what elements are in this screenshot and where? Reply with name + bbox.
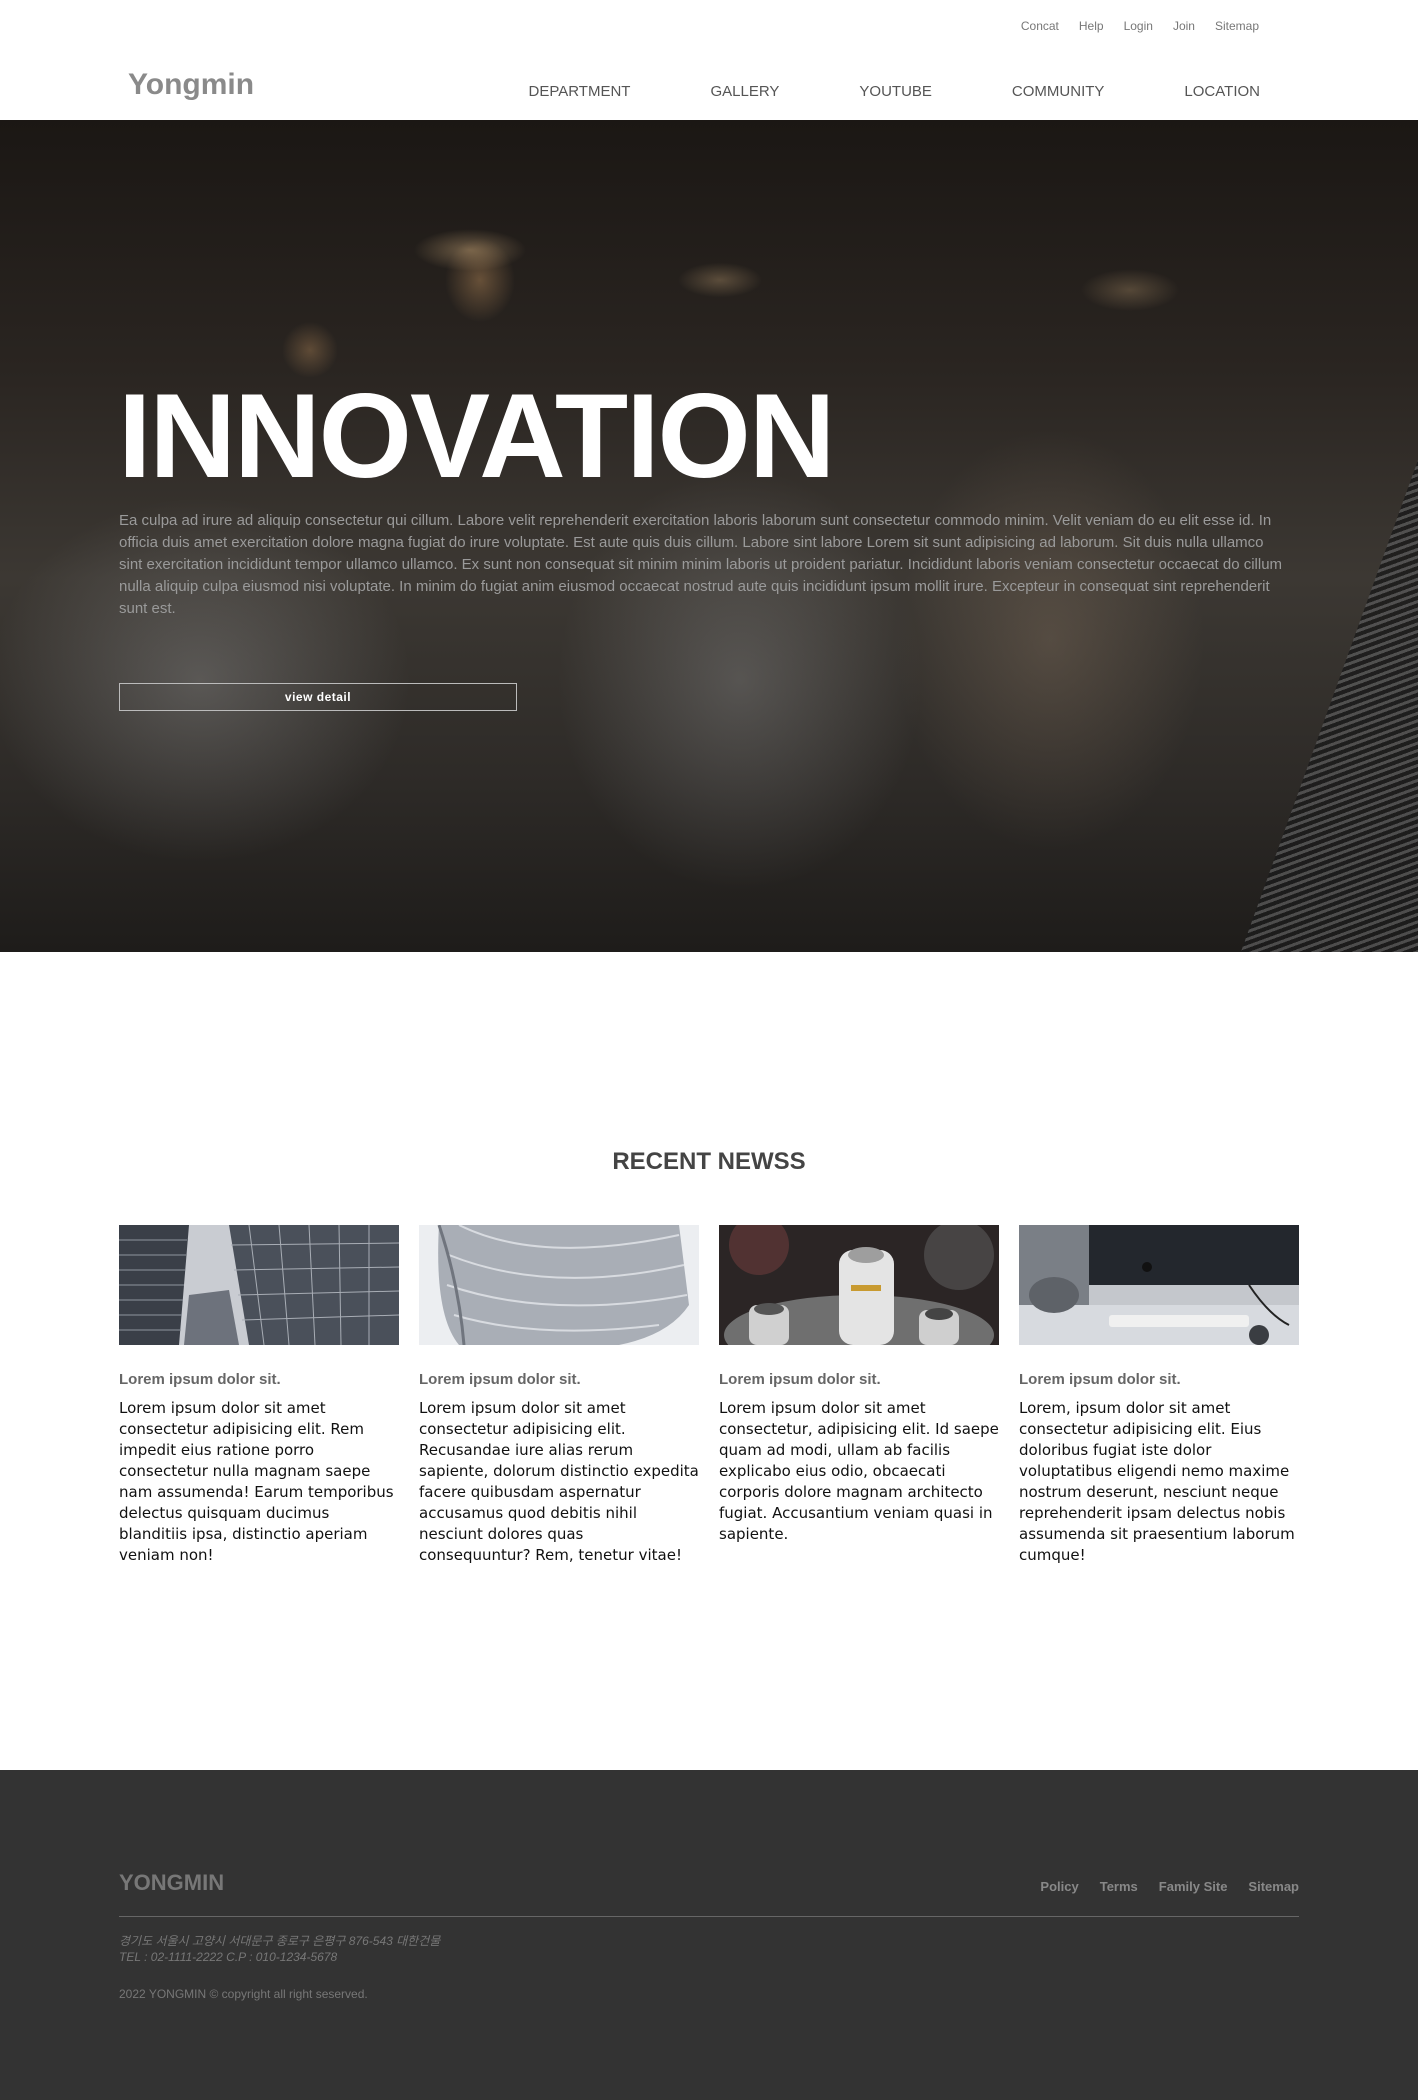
footer-address: 경기도 서울시 고양시 서대문구 종로구 은평구 876-543 대한건물 — [119, 1934, 441, 1948]
nav-item-gallery[interactable]: GALLERY — [710, 83, 779, 100]
footer-divider — [119, 1916, 1299, 1917]
metal-architecture-image[interactable] — [419, 1225, 699, 1345]
footer-link-policy[interactable]: Policy — [1040, 1879, 1078, 1894]
util-link-help[interactable]: Help — [1079, 19, 1104, 33]
desk-computer-image[interactable] — [1019, 1225, 1299, 1345]
news-card-title[interactable]: Lorem ipsum dolor sit. — [119, 1371, 399, 1388]
recent-news-section: RECENT NEWSS Lorem ipsum dolor sit. Lore… — [0, 952, 1418, 1770]
news-card-title[interactable]: Lorem ipsum dolor sit. — [419, 1371, 699, 1388]
news-card-text: Lorem ipsum dolor sit amet consectetur a… — [419, 1399, 699, 1564]
news-card[interactable]: Lorem ipsum dolor sit. Lorem ipsum dolor… — [119, 1225, 399, 1566]
util-link-login[interactable]: Login — [1124, 19, 1153, 33]
footer-link-family-site[interactable]: Family Site — [1159, 1879, 1228, 1894]
footer-logo[interactable]: YONGMIN — [119, 1870, 224, 1896]
site-footer: YONGMIN Policy Terms Family Site Sitemap… — [0, 1770, 1418, 2100]
section-title: RECENT NEWSS — [612, 1148, 806, 1175]
nav-item-youtube[interactable]: YOUTUBE — [859, 83, 932, 100]
util-link-concat[interactable]: Concat — [1021, 19, 1059, 33]
nav-item-department[interactable]: DEPARTMENT — [529, 83, 631, 100]
news-card-title[interactable]: Lorem ipsum dolor sit. — [1019, 1371, 1299, 1388]
news-card[interactable]: Lorem ipsum dolor sit. Lorem ipsum dolor… — [719, 1225, 999, 1566]
footer-links: Policy Terms Family Site Sitemap — [1040, 1879, 1299, 1894]
util-link-sitemap[interactable]: Sitemap — [1215, 19, 1259, 33]
utility-nav: Concat Help Login Join Sitemap — [1021, 19, 1259, 33]
main-nav: DEPARTMENT GALLERY YOUTUBE COMMUNITY LOC… — [529, 83, 1260, 100]
news-card-text: Lorem ipsum dolor sit amet consectetur, … — [719, 1399, 999, 1543]
news-card-text: Lorem ipsum dolor sit amet consectetur a… — [119, 1399, 394, 1564]
footer-tel: TEL : 02-1111-2222 C.P : 010-1234-5678 — [119, 1950, 338, 1964]
nav-item-location[interactable]: LOCATION — [1184, 83, 1260, 100]
hero-title: INNOVATION — [118, 369, 836, 503]
view-detail-button[interactable]: view detail — [119, 683, 517, 711]
news-card-title[interactable]: Lorem ipsum dolor sit. — [719, 1371, 999, 1388]
hero-banner: INNOVATION Ea culpa ad irure ad aliquip … — [0, 120, 1418, 952]
nav-item-community[interactable]: COMMUNITY — [1012, 83, 1105, 100]
footer-link-terms[interactable]: Terms — [1100, 1879, 1138, 1894]
news-card[interactable]: Lorem ipsum dolor sit. Lorem, ipsum dolo… — [1019, 1225, 1299, 1566]
site-header: Concat Help Login Join Sitemap Yongmin D… — [0, 0, 1418, 120]
bottles-image[interactable] — [719, 1225, 999, 1345]
footer-address-block: 경기도 서울시 고양시 서대문구 종로구 은평구 876-543 대한건물 TE… — [119, 1933, 440, 1965]
footer-copyright: 2022 YONGMIN © copyright all right seser… — [119, 1987, 368, 2001]
skyscraper-image[interactable] — [119, 1225, 399, 1345]
news-card[interactable]: Lorem ipsum dolor sit. Lorem ipsum dolor… — [419, 1225, 699, 1566]
site-logo[interactable]: Yongmin — [128, 68, 254, 102]
news-card-text: Lorem, ipsum dolor sit amet consectetur … — [1019, 1399, 1295, 1564]
hero-description: Ea culpa ad irure ad aliquip consectetur… — [119, 512, 1283, 617]
footer-link-sitemap[interactable]: Sitemap — [1248, 1879, 1299, 1894]
util-link-join[interactable]: Join — [1173, 19, 1195, 33]
news-list: Lorem ipsum dolor sit. Lorem ipsum dolor… — [119, 1225, 1299, 1566]
